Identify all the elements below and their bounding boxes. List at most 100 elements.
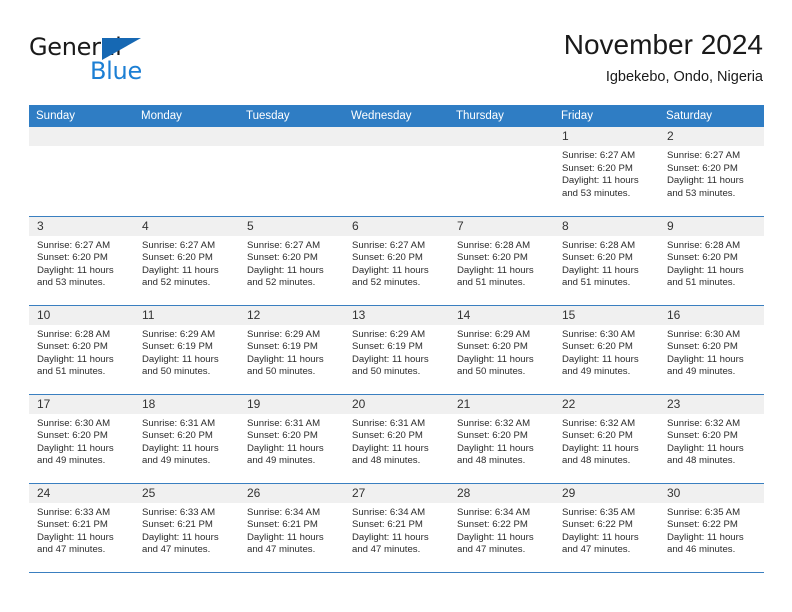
day-cell[interactable]: 11 Sunrise: 6:29 AM Sunset: 6:19 PM Dayl…	[134, 304, 239, 394]
day-details: Sunrise: 6:27 AM Sunset: 6:20 PM Dayligh…	[344, 236, 449, 290]
day-details: Sunrise: 6:28 AM Sunset: 6:20 PM Dayligh…	[449, 236, 554, 290]
sunset-text: Sunset: 6:22 PM	[457, 519, 528, 531]
daylight-text-line1: Daylight: 11 hours	[142, 531, 219, 543]
day-cell[interactable]: 20 Sunrise: 6:31 AM Sunset: 6:20 PM Dayl…	[344, 393, 449, 483]
sunrise-text: Sunrise: 6:33 AM	[142, 506, 216, 518]
day-cell[interactable]: 13 Sunrise: 6:29 AM Sunset: 6:19 PM Dayl…	[344, 304, 449, 394]
sunset-text: Sunset: 6:19 PM	[247, 341, 318, 353]
day-cell[interactable]: 7 Sunrise: 6:28 AM Sunset: 6:20 PM Dayli…	[449, 215, 554, 305]
day-details: Sunrise: 6:27 AM Sunset: 6:20 PM Dayligh…	[134, 236, 239, 290]
day-details: Sunrise: 6:33 AM Sunset: 6:21 PM Dayligh…	[134, 503, 239, 557]
day-cell[interactable]: 8 Sunrise: 6:28 AM Sunset: 6:20 PM Dayli…	[554, 215, 659, 305]
sunset-text: Sunset: 6:20 PM	[457, 341, 528, 353]
sunrise-text: Sunrise: 6:31 AM	[247, 417, 321, 429]
day-number: 16	[659, 305, 764, 325]
day-number: 24	[29, 483, 134, 503]
day-cell[interactable]: 19 Sunrise: 6:31 AM Sunset: 6:20 PM Dayl…	[239, 393, 344, 483]
day-number	[344, 127, 449, 146]
sunrise-text: Sunrise: 6:27 AM	[247, 239, 321, 251]
sunset-text: Sunset: 6:20 PM	[37, 252, 108, 264]
day-cell[interactable]: 30 Sunrise: 6:35 AM Sunset: 6:22 PM Dayl…	[659, 482, 764, 573]
day-cell[interactable]: 16 Sunrise: 6:30 AM Sunset: 6:20 PM Dayl…	[659, 304, 764, 394]
day-number: 8	[554, 216, 659, 236]
day-cell[interactable]: 12 Sunrise: 6:29 AM Sunset: 6:19 PM Dayl…	[239, 304, 344, 394]
sunset-text: Sunset: 6:20 PM	[352, 430, 423, 442]
title-block: November 2024 Igbekebo, Ondo, Nigeria	[564, 28, 763, 86]
sunset-text: Sunset: 6:20 PM	[562, 341, 633, 353]
day-cell[interactable]: 21 Sunrise: 6:32 AM Sunset: 6:20 PM Dayl…	[449, 393, 554, 483]
day-details: Sunrise: 6:31 AM Sunset: 6:20 PM Dayligh…	[344, 414, 449, 468]
sunset-text: Sunset: 6:20 PM	[142, 430, 213, 442]
daylight-text-line2: and 49 minutes.	[562, 366, 631, 378]
daylight-text-line2: and 46 minutes.	[667, 544, 736, 556]
daylight-text-line2: and 53 minutes.	[667, 187, 736, 199]
sunset-text: Sunset: 6:20 PM	[667, 341, 738, 353]
daylight-text-line1: Daylight: 11 hours	[37, 531, 114, 543]
sunrise-text: Sunrise: 6:34 AM	[352, 506, 426, 518]
day-cell[interactable]: 15 Sunrise: 6:30 AM Sunset: 6:20 PM Dayl…	[554, 304, 659, 394]
day-cell[interactable]: 29 Sunrise: 6:35 AM Sunset: 6:22 PM Dayl…	[554, 482, 659, 573]
day-details: Sunrise: 6:30 AM Sunset: 6:20 PM Dayligh…	[659, 325, 764, 379]
day-details: Sunrise: 6:28 AM Sunset: 6:20 PM Dayligh…	[554, 236, 659, 290]
day-cell[interactable]: 9 Sunrise: 6:28 AM Sunset: 6:20 PM Dayli…	[659, 215, 764, 305]
sunset-text: Sunset: 6:19 PM	[352, 341, 423, 353]
day-number: 21	[449, 394, 554, 414]
daylight-text-line1: Daylight: 11 hours	[562, 264, 639, 276]
day-cell[interactable]: 1 Sunrise: 6:27 AM Sunset: 6:20 PM Dayli…	[554, 127, 659, 216]
sunrise-text: Sunrise: 6:31 AM	[142, 417, 216, 429]
page-subtitle: Igbekebo, Ondo, Nigeria	[605, 69, 763, 85]
day-number: 2	[659, 127, 764, 146]
sunset-text: Sunset: 6:20 PM	[37, 430, 108, 442]
general-blue-logo[interactable]: General Blue	[29, 34, 159, 88]
sunrise-text: Sunrise: 6:28 AM	[667, 239, 741, 251]
sunset-text: Sunset: 6:21 PM	[352, 519, 423, 531]
sunrise-text: Sunrise: 6:31 AM	[352, 417, 426, 429]
day-cell[interactable]: 17 Sunrise: 6:30 AM Sunset: 6:20 PM Dayl…	[29, 393, 134, 483]
daylight-text-line1: Daylight: 11 hours	[667, 264, 744, 276]
sunset-text: Sunset: 6:20 PM	[352, 252, 423, 264]
daylight-text-line2: and 52 minutes.	[142, 277, 211, 289]
day-cell[interactable]: 27 Sunrise: 6:34 AM Sunset: 6:21 PM Dayl…	[344, 482, 449, 573]
daylight-text-line2: and 51 minutes.	[667, 277, 736, 289]
daylight-text-line2: and 49 minutes.	[37, 455, 106, 467]
weekday-header-thursday: Thursday	[449, 105, 554, 127]
week-row: 17 Sunrise: 6:30 AM Sunset: 6:20 PM Dayl…	[29, 393, 764, 483]
daylight-text-line1: Daylight: 11 hours	[142, 442, 219, 454]
day-number: 14	[449, 305, 554, 325]
day-cell[interactable]: 24 Sunrise: 6:33 AM Sunset: 6:21 PM Dayl…	[29, 482, 134, 573]
sunset-text: Sunset: 6:20 PM	[457, 252, 528, 264]
day-cell[interactable]: 22 Sunrise: 6:32 AM Sunset: 6:20 PM Dayl…	[554, 393, 659, 483]
day-cell[interactable]: 23 Sunrise: 6:32 AM Sunset: 6:20 PM Dayl…	[659, 393, 764, 483]
daylight-text-line2: and 52 minutes.	[247, 277, 316, 289]
day-cell[interactable]: 3 Sunrise: 6:27 AM Sunset: 6:20 PM Dayli…	[29, 215, 134, 305]
daylight-text-line1: Daylight: 11 hours	[457, 531, 534, 543]
day-cell[interactable]: 14 Sunrise: 6:29 AM Sunset: 6:20 PM Dayl…	[449, 304, 554, 394]
day-cell	[239, 127, 344, 216]
day-cell[interactable]: 18 Sunrise: 6:31 AM Sunset: 6:20 PM Dayl…	[134, 393, 239, 483]
weekday-header-sunday: Sunday	[29, 105, 134, 127]
daylight-text-line1: Daylight: 11 hours	[562, 442, 639, 454]
sunrise-text: Sunrise: 6:35 AM	[562, 506, 636, 518]
day-cell[interactable]: 26 Sunrise: 6:34 AM Sunset: 6:21 PM Dayl…	[239, 482, 344, 573]
day-cell[interactable]: 25 Sunrise: 6:33 AM Sunset: 6:21 PM Dayl…	[134, 482, 239, 573]
day-number: 5	[239, 216, 344, 236]
calendar-grid: Sunday Monday Tuesday Wednesday Thursday…	[29, 105, 764, 573]
daylight-text-line1: Daylight: 11 hours	[667, 531, 744, 543]
day-cell[interactable]: 10 Sunrise: 6:28 AM Sunset: 6:20 PM Dayl…	[29, 304, 134, 394]
day-details: Sunrise: 6:29 AM Sunset: 6:19 PM Dayligh…	[134, 325, 239, 379]
sunrise-text: Sunrise: 6:27 AM	[352, 239, 426, 251]
daylight-text-line2: and 53 minutes.	[562, 187, 631, 199]
day-cell[interactable]: 5 Sunrise: 6:27 AM Sunset: 6:20 PM Dayli…	[239, 215, 344, 305]
daylight-text-line2: and 49 minutes.	[667, 366, 736, 378]
day-cell[interactable]: 2 Sunrise: 6:27 AM Sunset: 6:20 PM Dayli…	[659, 127, 764, 216]
sunset-text: Sunset: 6:20 PM	[667, 252, 738, 264]
daylight-text-line1: Daylight: 11 hours	[352, 531, 429, 543]
day-number: 12	[239, 305, 344, 325]
day-cell[interactable]: 4 Sunrise: 6:27 AM Sunset: 6:20 PM Dayli…	[134, 215, 239, 305]
day-details: Sunrise: 6:29 AM Sunset: 6:20 PM Dayligh…	[449, 325, 554, 379]
daylight-text-line1: Daylight: 11 hours	[457, 442, 534, 454]
daylight-text-line2: and 47 minutes.	[562, 544, 631, 556]
day-cell[interactable]: 6 Sunrise: 6:27 AM Sunset: 6:20 PM Dayli…	[344, 215, 449, 305]
sunset-text: Sunset: 6:20 PM	[457, 430, 528, 442]
day-cell[interactable]: 28 Sunrise: 6:34 AM Sunset: 6:22 PM Dayl…	[449, 482, 554, 573]
